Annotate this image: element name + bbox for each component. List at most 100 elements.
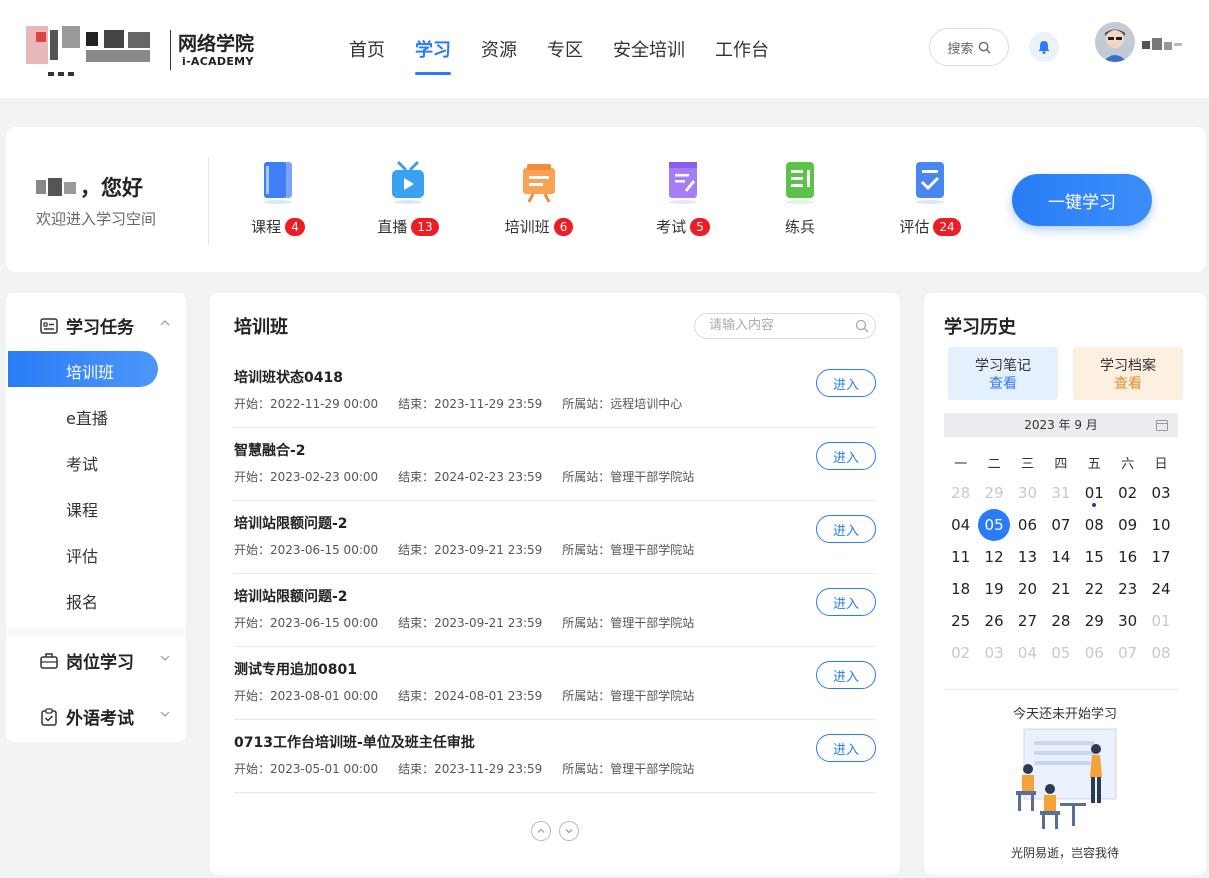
- search-button[interactable]: 搜索: [929, 28, 1009, 66]
- calendar-day[interactable]: 06: [1078, 637, 1111, 669]
- quick-course[interactable]: 课程 4: [218, 160, 338, 237]
- quick-training-class[interactable]: 培训班 6: [479, 160, 599, 237]
- calendar-day[interactable]: 08: [1144, 637, 1177, 669]
- calendar-day[interactable]: 02: [944, 637, 977, 669]
- calendar-day[interactable]: 01: [1144, 605, 1177, 637]
- menu-group-foreign-exam[interactable]: 外语考试: [40, 704, 170, 729]
- calendar-day[interactable]: 03: [977, 637, 1010, 669]
- one-key-study-button[interactable]: 一键学习: [1012, 174, 1152, 226]
- calendar-day[interactable]: 30: [1011, 477, 1044, 509]
- calendar-day[interactable]: 21: [1044, 573, 1077, 605]
- calendar-day[interactable]: 29: [1078, 605, 1111, 637]
- calendar-day[interactable]: 06: [1011, 509, 1044, 541]
- calendar-day[interactable]: 12: [977, 541, 1010, 573]
- calendar-day[interactable]: 11: [944, 541, 977, 573]
- study-archive-card[interactable]: 学习档案 查看: [1073, 347, 1183, 400]
- calendar-day-today[interactable]: 05: [977, 509, 1011, 541]
- study-notes-card[interactable]: 学习笔记 查看: [948, 347, 1058, 400]
- page-down-button[interactable]: [559, 821, 579, 841]
- calendar-day[interactable]: 18: [944, 573, 977, 605]
- calendar-day[interactable]: 07: [1111, 637, 1144, 669]
- calendar-day-number: 31: [1051, 484, 1071, 502]
- calendar-day[interactable]: 27: [1011, 605, 1044, 637]
- enter-button[interactable]: 进入: [816, 588, 876, 616]
- menu-item-course[interactable]: 课程: [66, 497, 98, 521]
- divider: [944, 689, 1178, 690]
- menu-item-live[interactable]: e直播: [66, 405, 108, 429]
- nav-study[interactable]: 学习: [415, 36, 451, 75]
- nav-home[interactable]: 首页: [349, 36, 385, 62]
- calendar-day-number: 04: [1017, 644, 1038, 662]
- nav-safety-training[interactable]: 安全培训: [613, 36, 685, 62]
- calendar-day[interactable]: 29: [977, 477, 1010, 509]
- search-icon: [855, 319, 869, 333]
- quick-practice[interactable]: 练兵: [740, 160, 860, 237]
- menu-item-signup[interactable]: 报名: [66, 589, 98, 613]
- calendar-day[interactable]: 23: [1111, 573, 1144, 605]
- nav-zone[interactable]: 专区: [547, 36, 583, 62]
- calendar-day[interactable]: 26: [977, 605, 1010, 637]
- calendar-day[interactable]: 15: [1078, 541, 1111, 573]
- menu-group-position-label: 岗位学习: [66, 653, 134, 673]
- calendar-weekday: 四: [1054, 456, 1068, 472]
- calendar-day[interactable]: 17: [1144, 541, 1177, 573]
- calendar-day[interactable]: 30: [1111, 605, 1144, 637]
- enter-button[interactable]: 进入: [816, 369, 876, 397]
- calendar-day[interactable]: 25: [944, 605, 977, 637]
- nav-workbench[interactable]: 工作台: [715, 36, 769, 62]
- calendar-day[interactable]: 04: [944, 509, 977, 541]
- study-history-panel: 学习历史 学习笔记 查看 学习档案 查看 2023 年 9 月 一 二 三 四 五 六 日 2…: [924, 293, 1206, 875]
- calendar-day[interactable]: 28: [944, 477, 977, 509]
- calendar-day[interactable]: 24: [1144, 573, 1177, 605]
- menu-item-assessment[interactable]: 评估: [66, 543, 98, 567]
- calendar-day[interactable]: 09: [1111, 509, 1144, 541]
- calendar-day-number: 06: [1017, 516, 1038, 534]
- calendar-day[interactable]: 13: [1011, 541, 1044, 573]
- calendar-day[interactable]: 05: [1044, 637, 1077, 669]
- study-notes-link[interactable]: 查看: [948, 375, 1058, 393]
- calendar-day[interactable]: 07: [1044, 509, 1077, 541]
- calendar-day[interactable]: 14: [1044, 541, 1077, 573]
- calendar-day-number: 25: [951, 612, 971, 630]
- calendar-header[interactable]: 2023 年 9 月: [944, 413, 1178, 437]
- notification-button[interactable]: [1029, 32, 1059, 62]
- menu-group-position[interactable]: 岗位学习: [40, 648, 170, 673]
- assessment-icon: [916, 162, 944, 204]
- calendar-day[interactable]: 10: [1144, 509, 1177, 541]
- user-name-blurred[interactable]: [1142, 38, 1184, 52]
- panel-title: 培训班: [234, 317, 288, 338]
- nav-resources[interactable]: 资源: [481, 36, 517, 62]
- welcome-subtitle: 欢迎进入学习空间: [36, 210, 157, 228]
- enter-button[interactable]: 进入: [816, 734, 876, 762]
- quick-live[interactable]: 直播 13: [348, 160, 468, 237]
- calendar-day[interactable]: 01: [1078, 477, 1111, 509]
- menu-group-tasks-label: 学习任务: [66, 318, 134, 338]
- search-input[interactable]: 请输入内容: [694, 313, 876, 339]
- quick-exam-label: 考试: [656, 218, 687, 236]
- calendar-day[interactable]: 16: [1111, 541, 1144, 573]
- menu-item-exam[interactable]: 考试: [66, 451, 98, 475]
- study-archive-link[interactable]: 查看: [1073, 375, 1183, 393]
- divider: [6, 628, 186, 636]
- enter-button[interactable]: 进入: [816, 442, 876, 470]
- row-start: 开始：2023-02-23 00:00: [234, 470, 379, 484]
- page-up-button[interactable]: [531, 821, 551, 841]
- quick-exam[interactable]: 考试 5: [623, 160, 743, 237]
- calendar-day[interactable]: 03: [1144, 477, 1177, 509]
- calendar-day[interactable]: 08: [1078, 509, 1111, 541]
- calendar-day[interactable]: 31: [1044, 477, 1077, 509]
- enter-button[interactable]: 进入: [816, 661, 876, 689]
- calendar-day-number: 02: [1118, 484, 1138, 502]
- calendar-day[interactable]: 22: [1078, 573, 1111, 605]
- enter-button[interactable]: 进入: [816, 515, 876, 543]
- calendar-day[interactable]: 19: [977, 573, 1010, 605]
- quick-assessment[interactable]: 评估 24: [870, 160, 990, 237]
- calendar-day[interactable]: 04: [1011, 637, 1044, 669]
- calendar-day[interactable]: 20: [1011, 573, 1044, 605]
- calendar-weekday: 三: [1020, 456, 1034, 472]
- chevron-up-icon: [537, 828, 545, 833]
- calendar-day[interactable]: 28: [1044, 605, 1077, 637]
- avatar[interactable]: [1095, 22, 1135, 62]
- menu-group-tasks[interactable]: 学习任务: [40, 313, 170, 338]
- calendar-day[interactable]: 02: [1111, 477, 1144, 509]
